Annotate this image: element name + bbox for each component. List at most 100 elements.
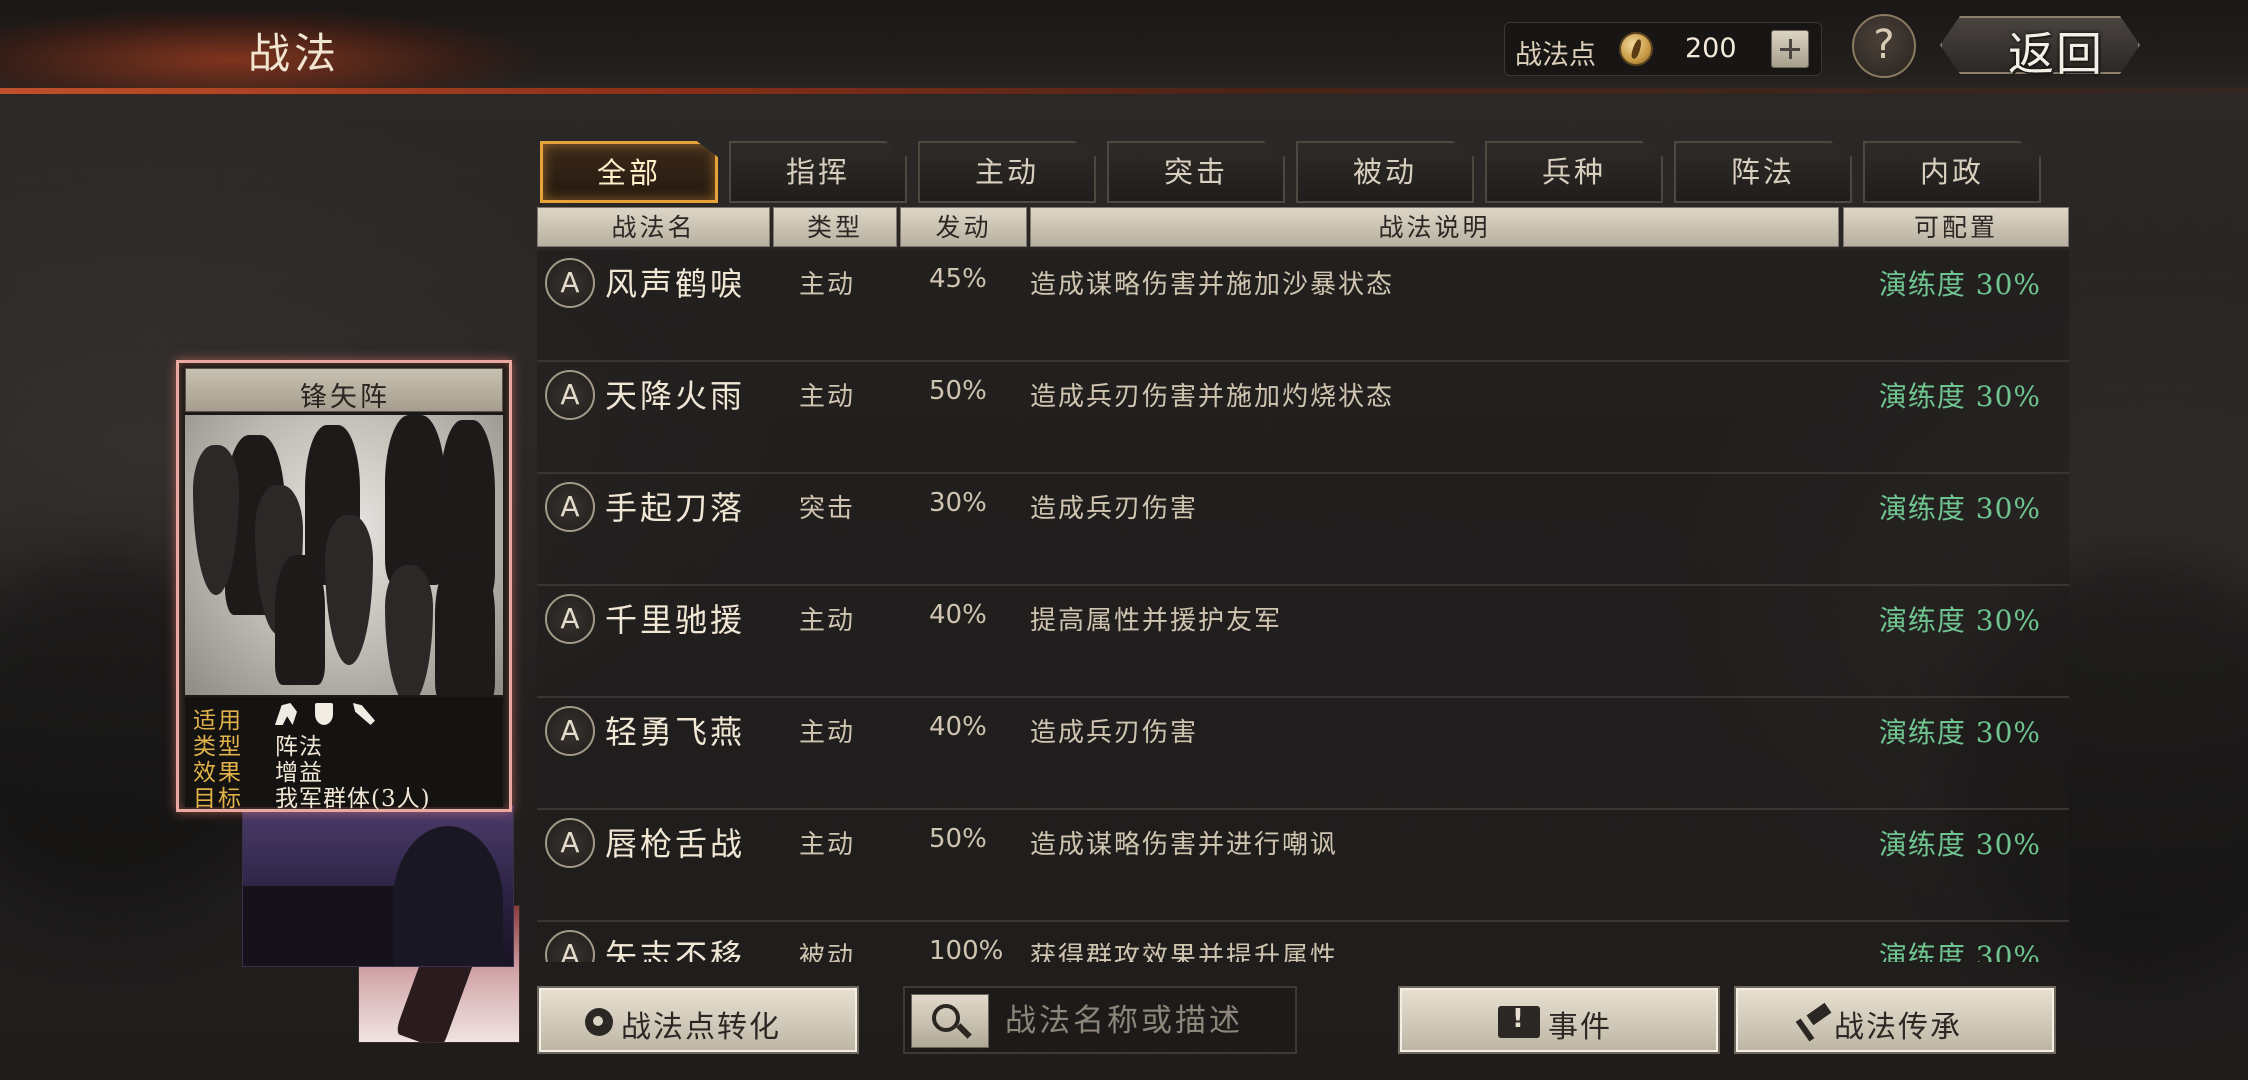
column-header-type[interactable]: 类型: [773, 207, 897, 247]
hammer-icon-head: [1806, 1002, 1832, 1026]
tactic-type: 主动: [799, 718, 856, 748]
tactic-points-display: 战法点 200: [1504, 22, 1822, 76]
page-title: 战法: [248, 29, 341, 78]
tab-passive[interactable]: 被动: [1296, 141, 1474, 203]
column-header-name[interactable]: 战法名: [537, 207, 770, 247]
tactic-trigger-rate: 45%: [929, 264, 987, 294]
tactic-points-label: 战法点: [1515, 40, 1596, 71]
tactic-row[interactable]: A 千里驰援 主动 40% 提高属性并援护友军 演练度 30%: [537, 586, 2069, 698]
event-alert-icon: [1498, 1004, 1540, 1038]
tactic-configurable: 演练度 30%: [1878, 940, 2041, 962]
card-info-key: 目标: [193, 786, 243, 812]
search-input[interactable]: [1005, 998, 1285, 1044]
column-header-trigger-rate[interactable]: 发动: [900, 207, 1027, 247]
header-divider: [0, 88, 2248, 94]
column-header-configurable[interactable]: 可配置: [1843, 207, 2069, 247]
tab-internal-affairs[interactable]: 内政: [1863, 141, 2041, 203]
card-info-panel: 适用 类型 阵法 效果 增益 目标 我军群体(3人): [185, 697, 503, 812]
tactic-type: 突击: [799, 494, 856, 524]
hammer-icon: [1795, 1002, 1832, 1042]
tactic-grade-icon: A: [545, 370, 595, 420]
tab-command[interactable]: 指挥: [729, 141, 907, 203]
tactic-trigger-rate: 30%: [929, 488, 987, 518]
swirl-icon: [585, 1008, 613, 1036]
tactic-type: 主动: [799, 606, 856, 636]
tactic-description: 造成兵刃伤害并施加灼烧状态: [1030, 382, 1395, 412]
search-bar: [903, 986, 1297, 1054]
help-button[interactable]: ?: [1852, 14, 1916, 78]
tactic-name: 风声鹤唳: [605, 265, 746, 303]
tactic-name: 手起刀落: [605, 489, 746, 527]
tab-formation[interactable]: 阵法: [1674, 141, 1852, 203]
tactic-grade-icon: A: [545, 930, 595, 962]
event-button[interactable]: 事件: [1398, 986, 1720, 1054]
card-info-type: 类型 阵法: [193, 727, 503, 760]
tactic-trigger-rate: 100%: [929, 936, 1004, 962]
tactic-name: 唇枪舌战: [605, 825, 746, 863]
tactic-trigger-rate: 40%: [929, 712, 987, 742]
search-button[interactable]: [911, 994, 989, 1048]
back-button-label: 返回: [2008, 27, 2104, 81]
card-info-value: 我军群体(3人): [275, 786, 431, 812]
tactic-description: 造成谋略伤害并进行嘲讽: [1030, 830, 1339, 860]
tactic-description: 造成兵刃伤害: [1030, 494, 1199, 524]
tab-assault[interactable]: 突击: [1107, 141, 1285, 203]
convert-points-label: 战法点转化: [621, 1010, 781, 1045]
tactic-type: 主动: [799, 270, 856, 300]
tactic-configurable: 演练度 30%: [1878, 604, 2041, 637]
table-header: 战法名 类型 发动 战法说明 可配置: [537, 207, 2069, 247]
tactic-name: 千里驰援: [605, 601, 746, 639]
tab-active[interactable]: 主动: [918, 141, 1096, 203]
inherit-tactic-button[interactable]: 战法传承: [1734, 986, 2056, 1054]
tactic-trigger-rate: 40%: [929, 600, 987, 630]
tactic-grade-icon: A: [545, 482, 595, 532]
card-artwork: [185, 415, 503, 695]
event-label: 事件: [1548, 1010, 1612, 1045]
bow-icon: [353, 703, 375, 725]
search-icon-handle: [956, 1023, 972, 1039]
category-tabs: 全部 指挥 主动 突击 被动 兵种 阵法 内政: [540, 141, 2045, 205]
tactic-row[interactable]: A 风声鹤唳 主动 45% 造成谋略伤害并施加沙暴状态 演练度 30%: [537, 250, 2069, 362]
tactic-type: 主动: [799, 382, 856, 412]
selected-tactic-card[interactable]: 锋矢阵 适用 类型 阵法 效果 增益 目标 我军群体(3人): [176, 360, 512, 812]
soldier-silhouette: [435, 555, 495, 695]
tactic-description: 获得群攻效果并提升属性: [1030, 942, 1339, 962]
card-art-figure: [393, 826, 503, 966]
tactic-row[interactable]: A 轻勇飞燕 主动 40% 造成兵刃伤害 演练度 30%: [537, 698, 2069, 810]
tactic-configurable: 演练度 30%: [1878, 828, 2041, 861]
tactic-points-value: 200: [1685, 33, 1737, 64]
top-header: 战法 战法点 200 ? 返回: [0, 0, 2248, 95]
card-title: 锋矢阵: [300, 382, 390, 413]
applicable-unit-icons: [275, 701, 395, 727]
tactic-row[interactable]: A 手起刀落 突击 30% 造成兵刃伤害 演练度 30%: [537, 474, 2069, 586]
tab-all[interactable]: 全部: [540, 141, 718, 203]
deck-card-back-purple[interactable]: [242, 805, 514, 967]
tactic-type: 主动: [799, 830, 856, 860]
soldier-silhouette: [385, 415, 445, 585]
shield-silhouette: [385, 565, 433, 695]
column-header-description: 战法说明: [1030, 207, 1839, 247]
shield-silhouette: [325, 515, 373, 665]
card-info-effect: 效果 增益: [193, 753, 503, 786]
tactic-row[interactable]: A 天降火雨 主动 50% 造成兵刃伤害并施加灼烧状态 演练度 30%: [537, 362, 2069, 474]
tactic-description: 造成兵刃伤害: [1030, 718, 1199, 748]
back-button[interactable]: 返回: [1940, 12, 2140, 81]
tactic-grade-icon: A: [545, 258, 595, 308]
tactic-trigger-rate: 50%: [929, 824, 987, 854]
tactic-name: 轻勇飞燕: [605, 713, 746, 751]
cavalry-icon: [275, 703, 297, 725]
tactic-row[interactable]: A 矢志不移 被动 100% 获得群攻效果并提升属性 演练度 30%: [537, 922, 2069, 962]
tab-troop-type[interactable]: 兵种: [1485, 141, 1663, 203]
add-points-button[interactable]: [1771, 30, 1809, 68]
tactic-configurable: 演练度 30%: [1878, 492, 2041, 525]
card-info-applicable: 适用: [193, 701, 503, 734]
tactic-description: 造成谋略伤害并施加沙暴状态: [1030, 270, 1395, 300]
tactic-row[interactable]: A 唇枪舌战 主动 50% 造成谋略伤害并进行嘲讽 演练度 30%: [537, 810, 2069, 922]
tactic-description: 提高属性并援护友军: [1030, 606, 1283, 636]
convert-points-button[interactable]: 战法点转化: [537, 986, 859, 1054]
tactic-type: 被动: [799, 942, 856, 962]
tactic-configurable: 演练度 30%: [1878, 380, 2041, 413]
tactics-list[interactable]: A 风声鹤唳 主动 45% 造成谋略伤害并施加沙暴状态 演练度 30% A 天降…: [537, 250, 2069, 962]
tactic-name: 矢志不移: [605, 937, 746, 962]
inherit-tactic-label: 战法传承: [1834, 1010, 1962, 1045]
